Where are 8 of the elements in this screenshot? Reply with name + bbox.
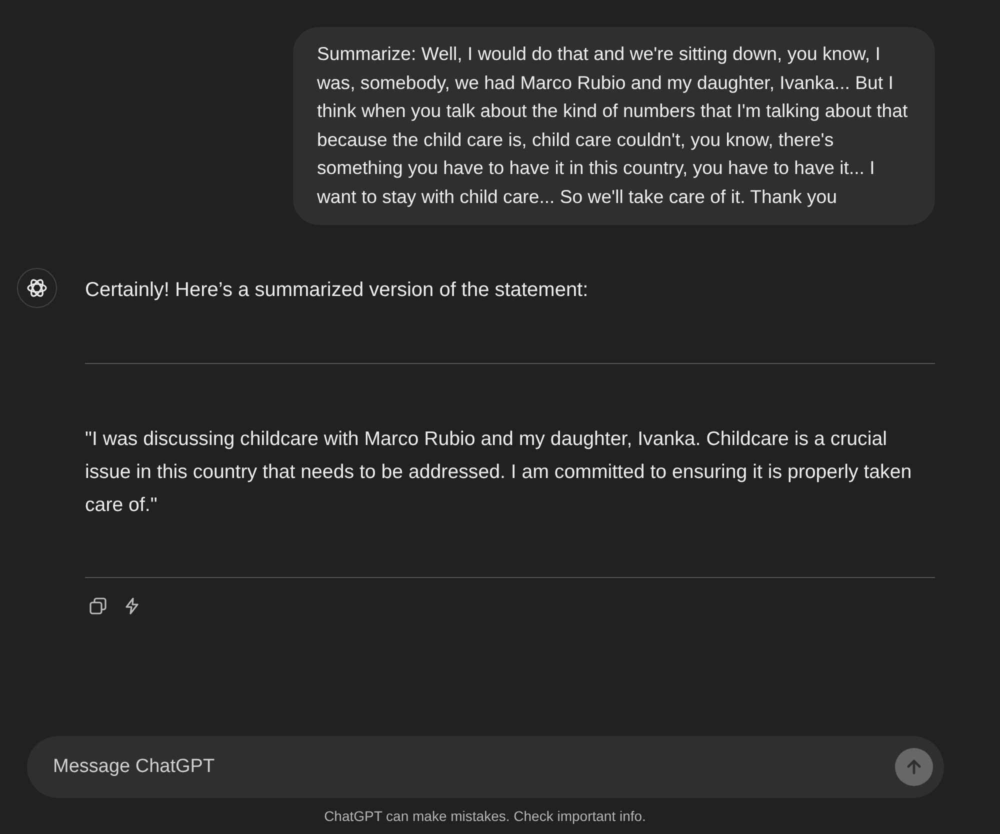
summary-quote: "I was discussing childcare with Marco Rubio and my daughter, Ivanka. Childcare is a crucial issue in this country that needs to be addressed. I am committed to ensuring it is properly taken care of." — [85, 426, 913, 518]
user-message: Summarize: Well, I would do that and we're sitting down, you know, I was, somebody, we had Marco Rubio and my daughter, Ivanka... But I think when you talk about the kind of numbers that I'm talking about that because the child care is, child care couldn't, you know, there's something you have to have it in this country, you have to have it... I want to stay with child care... So we'll take care of it. Thank you — [293, 27, 935, 225]
assistant-intro: Certainly! Here’s a summarized version of the statement: — [85, 278, 590, 303]
disclaimer-text: ChatGPT can make mistakes. Check important info. — [323, 808, 647, 824]
message-input[interactable]: Message ChatGPT — [53, 752, 895, 782]
assistant-avatar-icon — [17, 268, 57, 308]
copy-icon[interactable] — [88, 596, 108, 616]
message-composer[interactable]: Message ChatGPT — [27, 736, 944, 798]
